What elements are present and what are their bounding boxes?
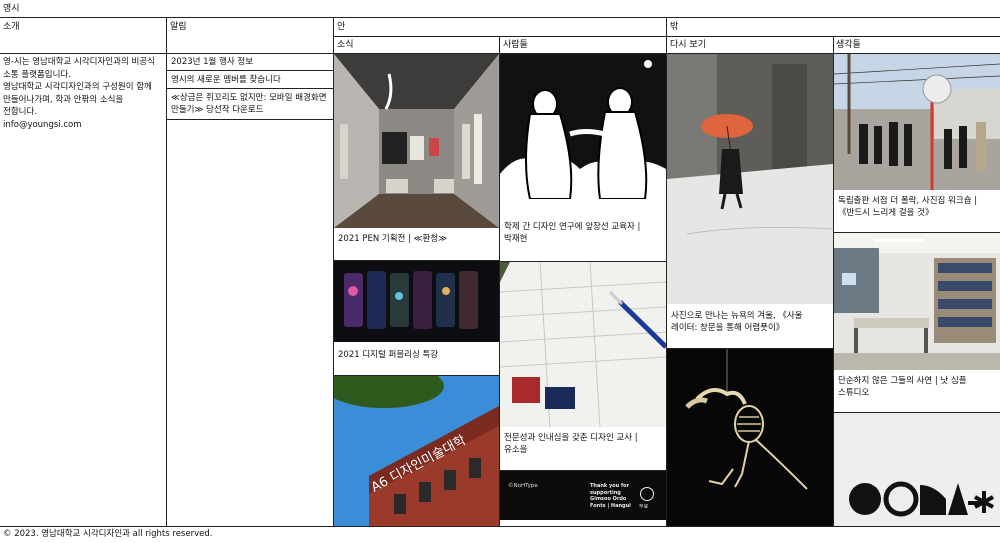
tab-revisit[interactable]: 다시 보기 (670, 39, 706, 51)
revisit-thumbnail-winter[interactable] (667, 54, 833, 304)
col-header-intro: 소개 (3, 22, 20, 32)
revisit-title[interactable]: 사진으로 만나는 뉴욕의 겨울, 《사울 레이터: 창문을 통해 어렴풋이》 (667, 310, 833, 335)
poster-line: Fonts | Hangul (590, 502, 631, 509)
street-photo (834, 54, 1000, 190)
poster-left-text: ©NoHType (508, 483, 538, 489)
people-title[interactable]: 학제 간 디자인 연구에 앞장선 교육자 | 박재현 (500, 221, 666, 246)
tab-thoughts[interactable]: 생각들 (836, 39, 861, 51)
people-title-line: 유소을 (504, 445, 528, 456)
intro-line: 소통 플랫폼입니다. (3, 69, 71, 80)
winter-photo (667, 54, 833, 304)
people-title-line: 박재현 (504, 234, 528, 245)
illustration-image (500, 54, 666, 216)
notice-item[interactable]: 영시의 새로운 멤버를 찾습니다 (168, 74, 332, 86)
notice-divider (167, 119, 333, 120)
thoughts-title-line: 《반드시 느리게 걸을 것》 (838, 208, 934, 219)
skeleton-photo (667, 349, 833, 526)
poster-right-text: Thank you for supporting Gimsoo Ordo Fon… (590, 483, 631, 509)
intro-line: 전합니다. (3, 107, 37, 118)
thoughts-title-line: 독립출판 서점 더 폴락, 사진집 워크숍 | (838, 196, 978, 206)
studio-logo-image (834, 413, 1000, 526)
people-title[interactable]: 전문성과 인내심을 갖춘 디자인 교사 | 유소을 (500, 432, 666, 457)
thoughts-title[interactable]: 단순하지 않은 그들의 사연 | 낫 심플 스튜디오 (834, 375, 1000, 400)
news-title[interactable]: 2021 PEN 기획전 | ≪환청≫ (334, 233, 499, 245)
intro-line: 영-시는 영남대학교 시각디자인과의 비공식 (3, 57, 155, 67)
intro-text: 영-시는 영남대학교 시각디자인과의 비공식 소통 플랫폼입니다. 영남대학교 … (3, 56, 165, 131)
thoughts-thumbnail-logo[interactable] (834, 413, 1000, 526)
column-divider (166, 17, 167, 526)
people-thumbnail-poster[interactable]: ©NoHType Thank you for supporting Gimsoo… (500, 471, 666, 526)
people-title-line: 학제 간 디자인 연구에 앞장선 교육자 | (504, 222, 641, 232)
exhibition-photo (334, 54, 499, 228)
thoughts-title-line: 스튜디오 (838, 388, 870, 399)
notice-item[interactable]: 2023년 1월 행사 정보 (168, 56, 332, 68)
poster-line: Gimsoo Ordo (590, 496, 627, 502)
header-divider (0, 17, 1000, 18)
thoughts-title-line: 단순하지 않은 그들의 사연 | 낫 심플 (838, 376, 967, 386)
notice-line: ≪상금은 쥐꼬리도 없지만: 모바일 배경화면 (171, 93, 327, 103)
people-thumbnail-illustration[interactable] (500, 54, 666, 216)
studio-photo (834, 233, 1000, 370)
subheader-divider (334, 36, 1000, 37)
revisit-title-line: 사진으로 만나는 뉴욕의 겨울, 《사울 (671, 311, 803, 321)
tab-people[interactable]: 사람들 (503, 39, 528, 51)
building-photo: A6 디자인미술대학 (334, 376, 499, 526)
documents-photo (500, 262, 666, 427)
footer-divider (0, 526, 1000, 527)
footer-copyright: © 2023. 영남대학교 시각디자인과 all rights reserved… (3, 529, 213, 539)
phone-screens-image (334, 261, 499, 342)
col-header-outside: 밖 (670, 22, 679, 32)
tab-news[interactable]: 소식 (337, 39, 354, 51)
intro-line: 영남대학교 시각디자인과의 구성원이 함께 (3, 82, 152, 93)
thoughts-thumbnail-bookstore[interactable] (834, 54, 1000, 190)
notice-line: 만들기≫ 당선작 다운로드 (171, 105, 264, 116)
site-title[interactable]: 영시 (3, 3, 20, 15)
people-title-line: 전문성과 인내심을 갖춘 디자인 교사 | (504, 433, 638, 443)
poster-badge-text: 무료 (639, 504, 649, 510)
notice-divider (167, 70, 333, 71)
notice-item[interactable]: ≪상금은 쥐꼬리도 없지만: 모바일 배경화면 만들기≫ 당선작 다운로드 (168, 92, 332, 117)
col-header-notice: 알림 (170, 22, 187, 32)
col-header-inside: 안 (337, 22, 346, 32)
news-thumbnail-exhibition[interactable] (334, 54, 499, 228)
people-thumbnail-documents[interactable] (500, 262, 666, 427)
news-title[interactable]: 2021 디지털 퍼블리싱 특강 (334, 349, 499, 361)
thoughts-thumbnail-studio[interactable] (834, 233, 1000, 370)
thoughts-title[interactable]: 독립출판 서점 더 폴락, 사진집 워크숍 | 《반드시 느리게 걸을 것》 (834, 195, 1000, 220)
revisit-title-line: 레이터: 창문을 통해 어렴풋이》 (671, 323, 785, 334)
contact-email-link[interactable]: info@youngsi.com (3, 119, 165, 132)
revisit-thumbnail-skeleton[interactable] (667, 349, 833, 526)
poster-line: Thank you for (590, 483, 630, 489)
news-thumbnail-building[interactable]: A6 디자인미술대학 (334, 376, 499, 526)
intro-line: 만들어나가며, 학과 안팎의 소식을 (3, 94, 124, 105)
poster-badge-icon (640, 487, 654, 501)
notice-divider (167, 88, 333, 89)
news-thumbnail-digital[interactable] (334, 261, 499, 342)
